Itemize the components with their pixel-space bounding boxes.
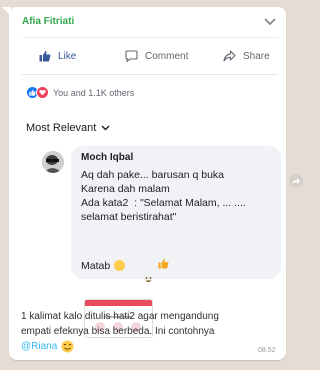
reaction-summary[interactable]: You and 1.1K others	[26, 86, 134, 99]
comment-line-2: Karena dah malam	[81, 183, 170, 195]
comment-line-4: selamat beristirahat"	[81, 211, 177, 223]
message-line-3: @Riana	[21, 339, 219, 354]
thumbs-up-icon	[39, 51, 51, 62]
thumbnail-header	[85, 300, 152, 306]
comment-author[interactable]: Moch Iqbal	[81, 152, 133, 163]
forward-icon	[292, 178, 300, 184]
sender-name[interactable]: Afia Fitriati	[22, 16, 74, 27]
comment-button[interactable]: Comment	[125, 38, 188, 74]
comment-bubble: Moch Iqbal Aq dah pake... barusan q buka…	[71, 146, 281, 282]
message-text: 1 kalimat kalo ditulis hati2 agar mengan…	[21, 309, 219, 354]
message-timestamp: 08.52	[258, 347, 276, 354]
like-button[interactable]: Like	[39, 38, 76, 74]
comment-label: Comment	[145, 50, 189, 62]
comment-line-1: Aq dah pake... barusan q buka	[81, 169, 225, 181]
message-line-2-text: empati efeknya bisa berbeda. Ini contohn…	[21, 326, 215, 337]
reaction-count: You and 1.1K others	[53, 87, 135, 98]
commenter-avatar[interactable]	[42, 151, 64, 173]
chevron-down-icon[interactable]	[263, 17, 277, 27]
share-icon	[223, 50, 236, 62]
grinning-emoji-icon	[114, 260, 152, 282]
sort-label: Most Relevant	[26, 122, 97, 134]
comment-line-5: Matab	[81, 244, 169, 287]
share-button[interactable]: Share	[223, 38, 270, 74]
message-bubble[interactable]: Afia Fitriati Like Comment Share You and…	[9, 7, 286, 360]
comment-icon	[125, 50, 138, 62]
share-label: Share	[243, 50, 270, 62]
smiling-emoji-icon	[61, 340, 74, 353]
comment-line-5-text: Matab	[81, 259, 111, 272]
post-actions: Like Comment Share	[22, 38, 278, 75]
sort-comments-dropdown[interactable]: Most Relevant	[26, 122, 110, 134]
forwarded-post-screenshot[interactable]: Like Comment Share You and 1.1K others M…	[22, 37, 281, 338]
avatar-photo	[42, 151, 64, 173]
message-line-1: 1 kalimat kalo ditulis hati2 agar mengan…	[21, 311, 219, 322]
comment-line-3: Ada kata2 : "Selamat Malam, ... ....	[81, 197, 246, 209]
like-label: Like	[58, 50, 77, 62]
forward-button[interactable]	[289, 174, 303, 188]
chevron-down-icon	[101, 125, 110, 131]
mention-link[interactable]: @Riana	[21, 339, 57, 354]
message-line-2: empati efeknya bisa berbeda. Ini contohn…	[21, 324, 219, 339]
love-reaction-icon	[36, 86, 49, 99]
